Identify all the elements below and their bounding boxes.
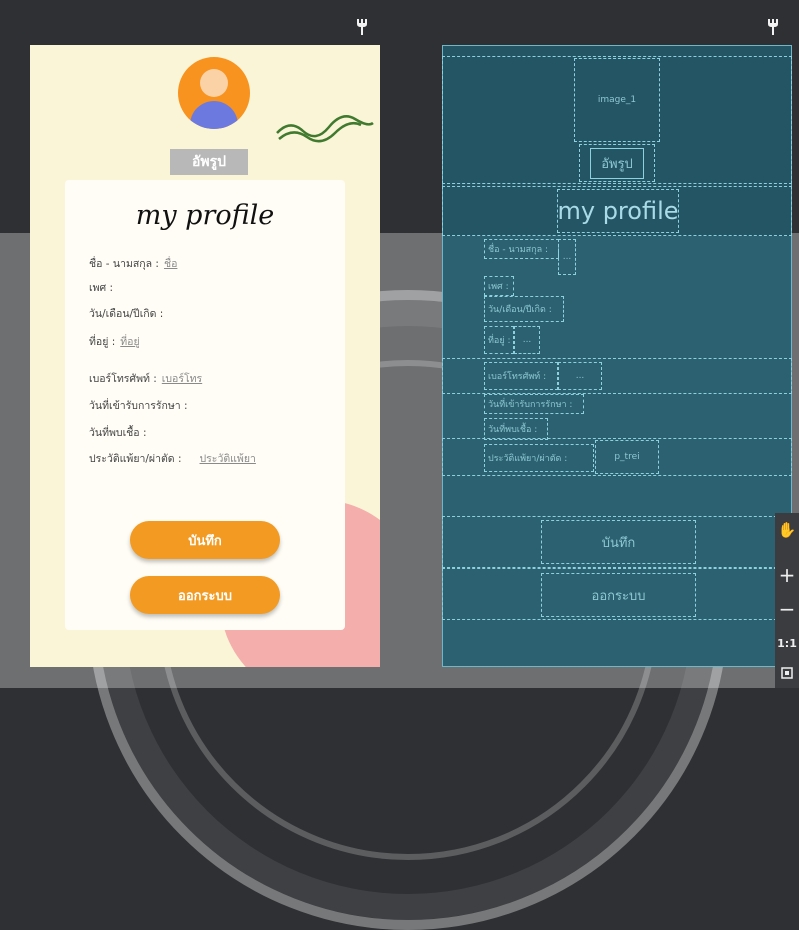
blueprint-value-address[interactable]: ... xyxy=(514,326,540,354)
zoom-reset-button[interactable]: 1:1 xyxy=(775,637,799,650)
blueprint-image[interactable]: image_1 xyxy=(574,58,660,142)
blueprint-title: my profile xyxy=(557,189,679,233)
logout-button[interactable]: ออกระบบ xyxy=(130,576,280,614)
save-button[interactable]: บันทึก xyxy=(130,521,280,559)
blueprint-label-phone: เบอร์โทรศัพท์ : xyxy=(484,362,558,390)
field-gender: เพศ : xyxy=(89,282,114,294)
hand-pan-icon[interactable]: ✋ xyxy=(775,521,799,539)
blueprint-label-infection: วันที่พบเชื้อ : xyxy=(484,418,548,440)
zoom-toolbar: ✋ + − 1:1 xyxy=(775,513,799,688)
blueprint-upload-button[interactable]: อัพรูป xyxy=(579,144,655,182)
field-infection-date: วันที่พบเชื้อ : xyxy=(89,427,147,439)
upload-photo-button[interactable]: อัพรูป xyxy=(170,149,248,175)
blueprint-label-birthdate: วัน/เดือน/ปีเกิด : xyxy=(484,296,564,322)
blueprint-label-gender: เพศ : xyxy=(484,276,514,296)
wrench-icon[interactable] xyxy=(766,18,780,40)
phone-input[interactable]: เบอร์โทร xyxy=(162,373,202,385)
blueprint-label-name: ชื่อ - นามสกุล : xyxy=(484,239,559,259)
avatar-image[interactable] xyxy=(178,57,250,129)
field-allergy-history: ประวัติแพ้ยา/ผ่าตัด : ประวัติแพ้ยา xyxy=(89,453,256,465)
allergy-input[interactable]: ประวัติแพ้ยา xyxy=(200,453,256,465)
wavy-line-decoration xyxy=(276,115,374,143)
blueprint-label-allergy: ประวัติแพ้ยา/ผ่าตัด : xyxy=(484,444,594,472)
blueprint-textbox-allergy[interactable]: p_trei xyxy=(595,440,659,474)
field-admission-date: วันที่เข้ารับการรักษา : xyxy=(89,400,188,412)
page-title: my profile xyxy=(135,200,275,231)
zoom-out-icon[interactable]: − xyxy=(775,597,799,621)
address-input[interactable]: ที่อยู่ xyxy=(120,336,139,348)
name-input[interactable]: ชื่อ xyxy=(164,258,177,270)
field-address: ที่อยู่ : ที่อยู่ xyxy=(89,336,140,348)
field-birthdate: วัน/เดือน/ปีเกิด : xyxy=(89,308,164,320)
wrench-icon[interactable] xyxy=(355,18,369,40)
field-phone: เบอร์โทรศัพท์ : เบอร์โทร xyxy=(89,373,203,385)
zoom-in-icon[interactable]: + xyxy=(775,563,799,587)
fit-screen-icon[interactable] xyxy=(775,665,799,683)
blueprint-logout-button[interactable]: ออกระบบ xyxy=(541,573,696,617)
blueprint-value-name[interactable]: ... xyxy=(558,239,576,275)
blueprint-save-button[interactable]: บันทึก xyxy=(541,520,696,564)
blueprint-screen: image_1 อัพรูป my profile ชื่อ - นามสกุล… xyxy=(442,45,792,667)
blueprint-value-phone[interactable]: ... xyxy=(558,362,602,390)
field-name: ชื่อ - นามสกุล : ชื่อ xyxy=(89,258,178,270)
blueprint-label-admission: วันที่เข้ารับการรักษา : xyxy=(484,394,584,414)
profile-card: my profile ชื่อ - นามสกุล : ชื่อ เพศ : วั… xyxy=(65,180,345,630)
blueprint-label-address: ที่อยู่ : xyxy=(484,326,514,354)
design-screen: อัพรูป my profile ชื่อ - นามสกุล : ชื่อ เ… xyxy=(30,45,380,667)
